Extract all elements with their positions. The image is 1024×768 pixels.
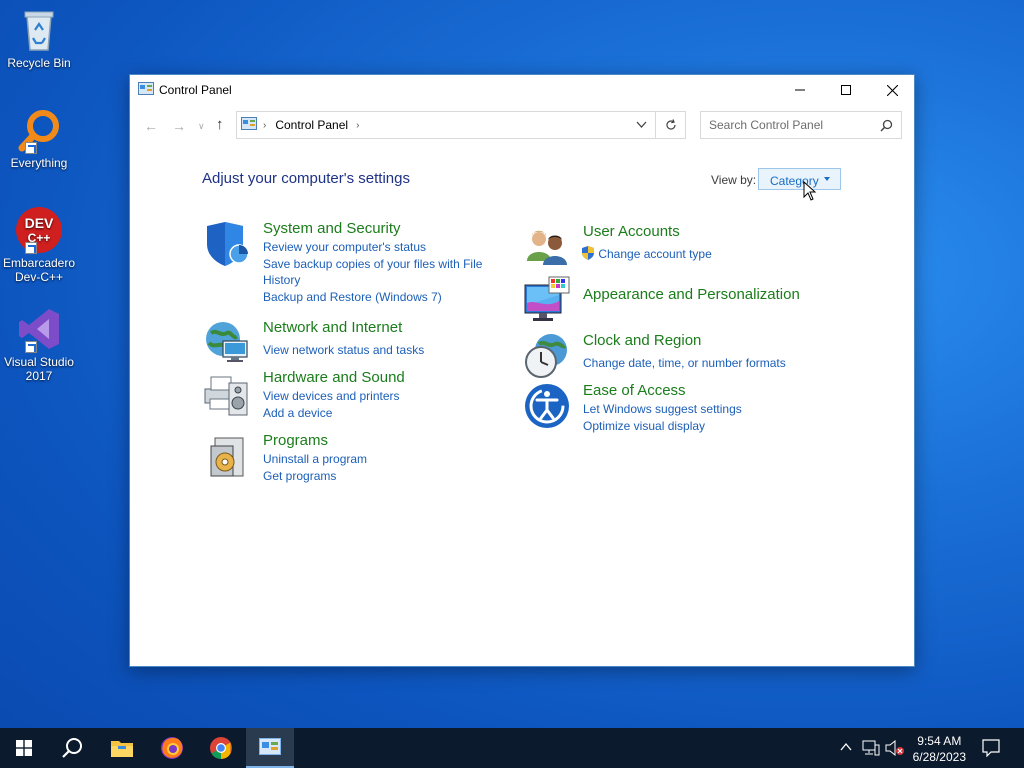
link-network-status[interactable]: View network status and tasks xyxy=(263,342,424,359)
recent-locations-chevron-icon[interactable]: ∨ xyxy=(198,121,205,132)
firefox-icon xyxy=(161,737,183,759)
search-icon xyxy=(62,738,82,758)
minimize-icon xyxy=(795,89,805,91)
link-save-backup[interactable]: Save backup copies of your files with Fi… xyxy=(263,256,482,273)
system-clock[interactable]: 9:54 AM 6/28/2023 xyxy=(913,733,966,765)
printer-speaker-icon[interactable] xyxy=(203,369,251,417)
category-title[interactable]: Appearance and Personalization xyxy=(583,286,800,303)
taskbar-firefox[interactable] xyxy=(148,728,196,768)
clock-globe-icon[interactable] xyxy=(523,332,571,380)
address-row: ← → ∨ ↑ › Control Panel › Search Control… xyxy=(130,109,914,141)
taskbar-chrome[interactable] xyxy=(197,728,245,768)
appearance-monitor-icon[interactable] xyxy=(523,275,571,323)
close-button[interactable] xyxy=(869,75,915,105)
category-title[interactable]: System and Security xyxy=(263,220,401,237)
back-arrow-icon[interactable]: ← xyxy=(144,118,158,134)
shortcut-arrow-icon xyxy=(25,142,37,154)
taskbar-control-panel[interactable] xyxy=(246,728,294,768)
category-title[interactable]: Programs xyxy=(263,432,328,449)
minimize-button[interactable] xyxy=(777,75,823,105)
category-title[interactable]: Hardware and Sound xyxy=(263,369,405,386)
svg-text:DEV: DEV xyxy=(25,215,54,231)
desktop-icon-label: Embarcadero Dev-C++ xyxy=(2,256,76,284)
shortcut-arrow-icon xyxy=(25,341,37,353)
visual-studio-icon xyxy=(15,305,63,353)
clock-time: 9:54 AM xyxy=(917,734,962,748)
search-placeholder: Search Control Panel xyxy=(709,118,824,132)
page-heading: Adjust your computer's settings xyxy=(202,170,410,187)
link-review-status[interactable]: Review your computer's status xyxy=(263,239,482,256)
desktop-icon-recycle-bin[interactable]: Recycle Bin xyxy=(2,6,76,70)
desktop-icon-label: Recycle Bin xyxy=(7,56,71,70)
link-devices-printers[interactable]: View devices and printers xyxy=(263,388,400,405)
desktop-icon-everything[interactable]: Everything xyxy=(2,106,76,170)
uac-shield-icon xyxy=(581,246,598,261)
taskbar-search-button[interactable] xyxy=(48,728,96,768)
link-uninstall-program[interactable]: Uninstall a program xyxy=(263,451,367,468)
link-save-backup-continued[interactable]: History xyxy=(263,272,482,289)
close-icon xyxy=(886,84,898,96)
network-icon[interactable] xyxy=(862,740,880,759)
link-get-programs[interactable]: Get programs xyxy=(263,468,367,485)
file-explorer-icon xyxy=(111,741,133,757)
taskbar: 9:54 AM 6/28/2023 xyxy=(0,728,1024,768)
desktop-icon-label: Everything xyxy=(10,156,68,170)
link-optimize-display[interactable]: Optimize visual display xyxy=(583,418,742,435)
link-change-account-type[interactable]: Change account type xyxy=(598,247,711,261)
user-accounts-icon[interactable] xyxy=(523,223,571,271)
control-panel-icon xyxy=(241,116,257,134)
link-date-time-formats[interactable]: Change date, time, or number formats xyxy=(583,355,786,372)
start-icon xyxy=(16,740,32,756)
search-input[interactable]: Search Control Panel xyxy=(700,111,902,139)
address-dropdown-chevron-icon[interactable] xyxy=(636,118,647,132)
programs-icon[interactable] xyxy=(203,432,251,480)
everything-search-icon xyxy=(15,106,63,154)
breadcrumb-separator-icon[interactable]: › xyxy=(356,120,359,131)
view-by-label: View by: xyxy=(711,173,757,187)
mouse-cursor-icon xyxy=(803,180,817,204)
category-title[interactable]: Clock and Region xyxy=(583,332,701,349)
desktop-icon-label: Visual Studio 2017 xyxy=(4,355,74,383)
up-arrow-icon[interactable]: ↑ xyxy=(216,116,224,133)
window-title: Control Panel xyxy=(159,83,232,97)
category-title[interactable]: Ease of Access xyxy=(583,382,686,399)
control-panel-icon xyxy=(138,82,154,99)
taskbar-file-explorer[interactable] xyxy=(98,728,146,768)
maximize-icon xyxy=(841,85,851,95)
ease-of-access-icon[interactable] xyxy=(523,382,571,430)
desktop-icon-devcpp[interactable]: DEV C++ Embarcadero Dev-C++ xyxy=(2,206,76,284)
forward-arrow-icon[interactable]: → xyxy=(172,118,186,134)
recycle-bin-icon xyxy=(15,6,63,54)
refresh-button[interactable] xyxy=(656,111,686,139)
show-hidden-icons-chevron-icon[interactable] xyxy=(840,740,852,755)
address-bar[interactable]: › Control Panel › xyxy=(236,111,656,139)
chrome-icon xyxy=(210,737,232,759)
category-title[interactable]: Network and Internet xyxy=(263,319,402,336)
view-by-dropdown[interactable]: Category xyxy=(758,168,841,190)
category-title[interactable]: User Accounts xyxy=(583,223,680,240)
clock-date: 6/28/2023 xyxy=(912,750,966,764)
link-backup-restore[interactable]: Backup and Restore (Windows 7) xyxy=(263,289,482,306)
shield-icon[interactable] xyxy=(203,220,251,268)
link-add-device[interactable]: Add a device xyxy=(263,405,400,422)
devcpp-icon: DEV C++ xyxy=(15,206,63,254)
start-button[interactable] xyxy=(0,728,48,768)
refresh-icon xyxy=(665,119,676,130)
desktop-icon-visual-studio[interactable]: Visual Studio 2017 xyxy=(2,305,76,383)
control-panel-icon xyxy=(259,738,281,755)
action-center-icon[interactable] xyxy=(982,739,1000,760)
search-icon[interactable] xyxy=(880,119,893,135)
link-windows-suggest[interactable]: Let Windows suggest settings xyxy=(583,401,742,418)
title-bar[interactable]: Control Panel xyxy=(130,75,914,105)
dropdown-arrow-icon xyxy=(824,177,830,181)
network-globe-icon[interactable] xyxy=(203,319,251,367)
volume-muted-icon[interactable] xyxy=(885,739,905,759)
breadcrumb[interactable]: Control Panel xyxy=(275,118,348,132)
shortcut-arrow-icon xyxy=(25,242,37,254)
maximize-button[interactable] xyxy=(823,75,869,105)
control-panel-window: Control Panel ← → ∨ ↑ › Control Panel › xyxy=(129,74,915,667)
breadcrumb-separator-icon[interactable]: › xyxy=(263,120,266,131)
